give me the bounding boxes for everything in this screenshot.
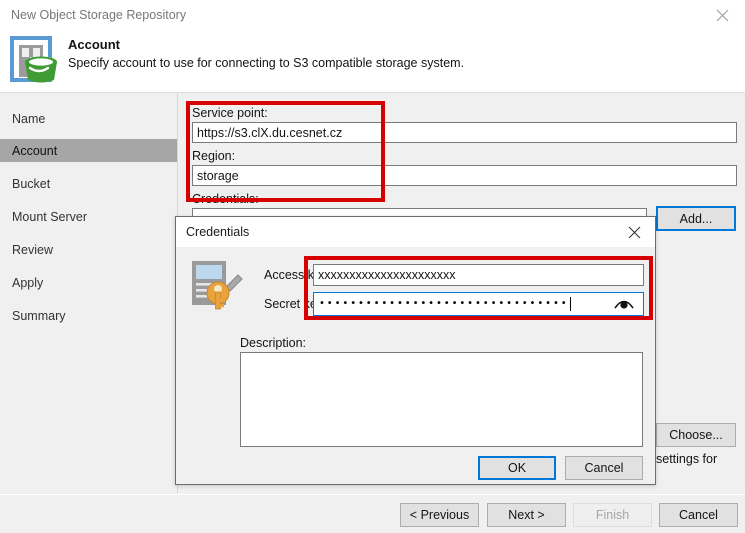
- sidebar-item-account[interactable]: Account: [0, 139, 177, 162]
- object-storage-bucket-icon: [8, 34, 60, 86]
- finish-button: Finish: [573, 503, 652, 527]
- sidebar-item-label: Mount Server: [12, 209, 88, 224]
- service-point-label: Service point:: [192, 106, 268, 120]
- sidebar-item-name[interactable]: Name: [0, 107, 177, 130]
- sidebar-item-summary[interactable]: Summary: [0, 304, 177, 327]
- sidebar-item-label: Bucket: [12, 176, 51, 191]
- region-input[interactable]: storage: [192, 165, 737, 186]
- sidebar-item-review[interactable]: Review: [0, 238, 177, 261]
- window-close-button[interactable]: [699, 0, 745, 30]
- secret-key-input[interactable]: ••••••••••••••••••••••••••••••••: [313, 292, 644, 316]
- credentials-label: Credentials:: [192, 192, 259, 206]
- sidebar-item-label: Summary: [12, 308, 66, 323]
- sidebar-item-mount-server[interactable]: Mount Server: [0, 205, 177, 228]
- sidebar-item-apply[interactable]: Apply: [0, 271, 177, 294]
- credentials-dialog-title: Credentials: [186, 225, 250, 239]
- wizard-header: Account Specify account to use for conne…: [0, 30, 745, 93]
- sidebar-item-label: Name: [12, 111, 46, 126]
- text-caret: [569, 297, 571, 311]
- access-key-input[interactable]: xxxxxxxxxxxxxxxxxxxxxx: [313, 264, 644, 286]
- secret-key-masked-value: ••••••••••••••••••••••••••••••••: [319, 298, 569, 309]
- wizard-step-sidebar: Name Account Bucket Mount Server Review …: [0, 93, 178, 493]
- sidebar-item-label: Review: [12, 242, 53, 257]
- previous-button[interactable]: < Previous: [400, 503, 479, 527]
- sidebar-item-bucket[interactable]: Bucket: [0, 172, 177, 195]
- close-icon: [716, 9, 728, 21]
- reveal-secret-key-button[interactable]: [614, 297, 634, 311]
- credentials-dialog-titlebar: Credentials: [176, 217, 655, 247]
- description-label: Description:: [240, 336, 306, 350]
- page-title: Account: [68, 37, 120, 52]
- sidebar-item-label: Apply: [12, 275, 44, 290]
- service-point-input[interactable]: https://s3.clX.du.cesnet.cz: [192, 122, 737, 143]
- close-icon: [628, 226, 640, 238]
- mount-server-helper-text: settings for: [656, 452, 718, 466]
- add-credentials-button[interactable]: Add...: [656, 206, 736, 231]
- window-title: New Object Storage Repository: [11, 8, 187, 22]
- dialog-cancel-button[interactable]: Cancel: [565, 456, 643, 480]
- new-object-storage-repository-window: New Object Storage Repository Account Sp…: [0, 0, 745, 533]
- cancel-button[interactable]: Cancel: [659, 503, 738, 527]
- credentials-dialog: Credentials Access key: xxxxxxxxxxxxxxxx…: [175, 216, 656, 485]
- region-label: Region:: [192, 149, 236, 163]
- dialog-ok-button[interactable]: OK: [478, 456, 556, 480]
- credentials-key-icon: [190, 259, 244, 311]
- wizard-footer: < Previous Next > Finish Cancel: [0, 494, 745, 533]
- sidebar-item-label: Account: [12, 143, 58, 158]
- page-subtitle: Specify account to use for connecting to…: [68, 56, 465, 70]
- window-titlebar: New Object Storage Repository: [0, 0, 745, 30]
- eye-icon: [614, 300, 634, 309]
- next-button[interactable]: Next >: [487, 503, 566, 527]
- choose-mount-server-button[interactable]: Choose...: [656, 423, 736, 447]
- credentials-dialog-close-button[interactable]: [613, 217, 655, 247]
- description-textarea[interactable]: [240, 352, 643, 447]
